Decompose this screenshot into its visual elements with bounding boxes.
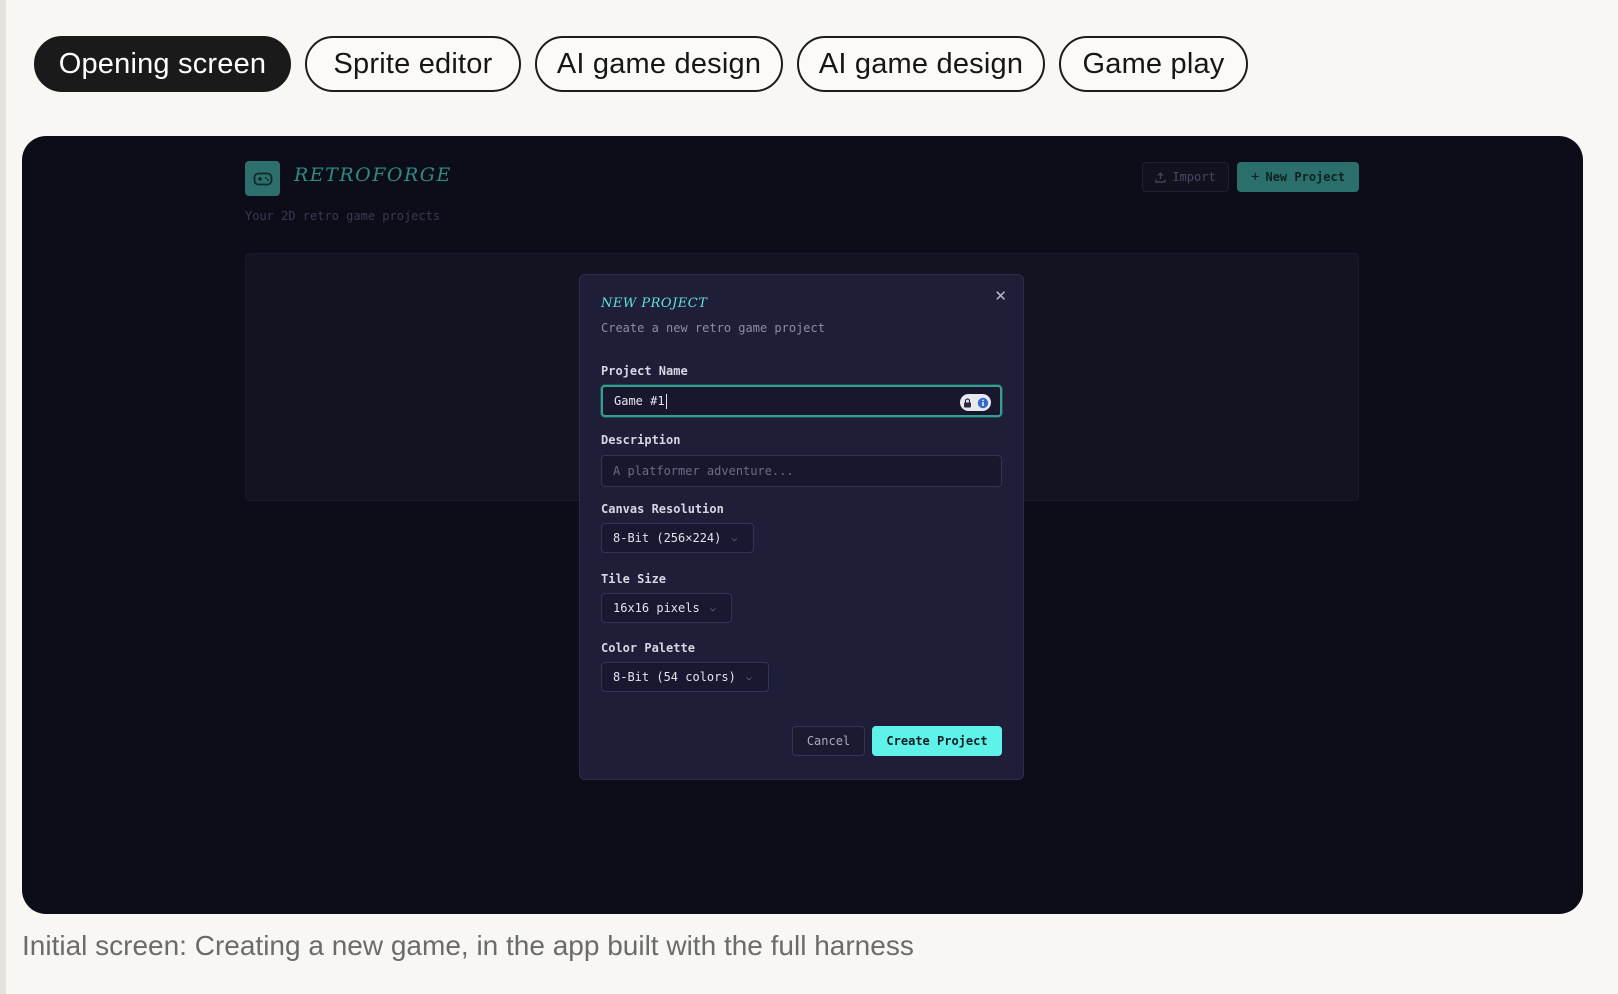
description-placeholder: A platformer adventure... <box>613 464 794 478</box>
project-name-label: Project Name <box>601 364 688 378</box>
app-subtitle: Your 2D retro game projects <box>245 209 441 223</box>
color-palette-value: 8-Bit (54 colors) <box>613 670 736 684</box>
tab-ai-game-design-2[interactable]: AI game design <box>797 36 1045 92</box>
new-project-label: New Project <box>1265 170 1345 184</box>
new-project-button[interactable]: + New Project <box>1237 162 1359 192</box>
canvas-resolution-select[interactable]: 8-Bit (256×224) ⌵ <box>601 523 754 553</box>
tab-sprite-editor[interactable]: Sprite editor <box>305 36 521 92</box>
info-icon <box>977 397 988 408</box>
project-name-value: Game #1 <box>614 394 665 408</box>
new-project-dialog: ✕ NEW PROJECT Create a new retro game pr… <box>579 274 1024 780</box>
password-manager-icons[interactable] <box>960 394 991 411</box>
tab-ai-game-design[interactable]: AI game design <box>535 36 783 92</box>
tile-size-label: Tile Size <box>601 572 667 586</box>
import-button[interactable]: Import <box>1142 162 1229 192</box>
plus-icon: + <box>1251 169 1260 185</box>
gamepad-icon <box>245 161 280 196</box>
color-palette-select[interactable]: 8-Bit (54 colors) ⌵ <box>601 662 769 692</box>
canvas-resolution-value: 8-Bit (256×224) <box>613 531 722 545</box>
text-caret <box>665 393 667 409</box>
lock-icon <box>963 397 971 407</box>
description-label: Description <box>601 433 681 447</box>
page-edge <box>0 0 6 994</box>
tab-opening-screen[interactable]: Opening screen <box>34 36 291 92</box>
cancel-button[interactable]: Cancel <box>792 726 865 756</box>
tab-game-play[interactable]: Game play <box>1059 36 1248 92</box>
chevron-down-icon: ⌵ <box>731 532 738 544</box>
project-name-input[interactable]: Game #1 <box>601 385 1002 417</box>
app-screenshot: RETROFORGE Your 2D retro game projects I… <box>22 136 1583 914</box>
color-palette-label: Color Palette <box>601 641 695 655</box>
dialog-description: Create a new retro game project <box>601 321 825 335</box>
tile-size-select[interactable]: 16x16 pixels ⌵ <box>601 593 732 623</box>
canvas-resolution-label: Canvas Resolution <box>601 502 724 516</box>
tile-size-value: 16x16 pixels <box>613 601 700 615</box>
figure-caption: Initial screen: Creating a new game, in … <box>22 930 914 961</box>
chevron-down-icon: ⌵ <box>745 671 752 683</box>
close-icon[interactable]: ✕ <box>994 287 1007 305</box>
app-title: RETROFORGE <box>294 164 452 186</box>
description-input[interactable]: A platformer adventure... <box>601 455 1002 487</box>
create-project-button[interactable]: Create Project <box>872 726 1002 756</box>
import-label: Import <box>1172 170 1216 184</box>
upload-icon <box>1155 171 1166 183</box>
dialog-title: NEW PROJECT <box>601 296 708 311</box>
chevron-down-icon: ⌵ <box>709 602 716 614</box>
